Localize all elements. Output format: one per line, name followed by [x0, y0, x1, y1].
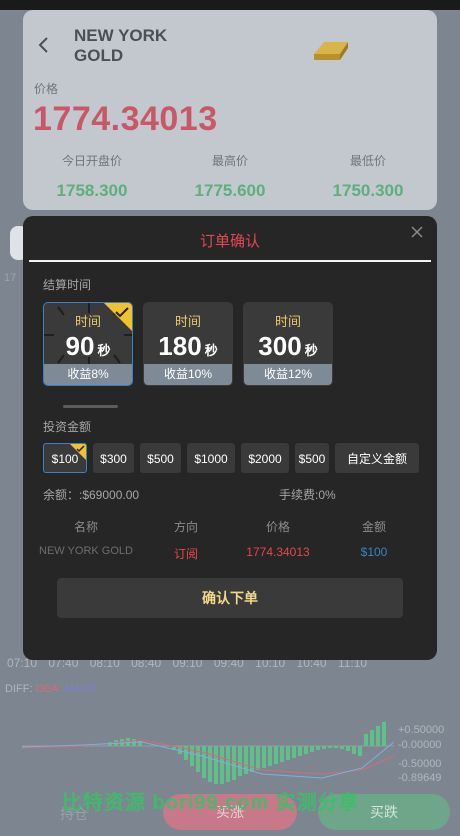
bg-axis-fragment: 17 — [4, 272, 17, 284]
selected-check-icon — [104, 303, 132, 331]
macd-axis-tick-2: -0.00000 — [398, 739, 442, 751]
confirm-order-button[interactable]: 确认下单 — [57, 578, 403, 618]
dea-label: DEA: — [35, 683, 62, 695]
period-seconds-unit: 秒 — [204, 343, 218, 358]
row-direction: 订阅 — [173, 547, 198, 561]
amount-option-300[interactable]: $300 — [93, 443, 134, 473]
fee-text: 手续费:0% — [279, 488, 336, 502]
period-scroll-indicator — [63, 405, 118, 408]
custom-amount-button[interactable]: 自定义金额 — [335, 443, 419, 473]
row-name: NEW YORK GOLD — [39, 545, 133, 557]
stat-low: 最低价 1750.300 — [299, 152, 437, 201]
amount-option-500[interactable]: $500 — [140, 443, 181, 473]
period-options: 时间 90 秒 收益8% 时间 180 秒 收益10% 时间 300 秒 收益12% — [43, 302, 333, 386]
gold-bar-icon — [314, 42, 348, 60]
period-seconds-value: 180 — [158, 331, 202, 361]
status-bar — [0, 0, 460, 10]
stat-open-label: 今日开盘价 — [61, 154, 122, 168]
amount-option-100[interactable]: $100 — [43, 443, 87, 473]
close-icon[interactable] — [409, 224, 425, 240]
row-price: 1774.34013 — [246, 545, 310, 559]
period-time-label: 时间 — [274, 314, 301, 329]
col-price: 价格 — [265, 520, 290, 534]
stat-low-label: 最低价 — [349, 154, 386, 168]
stat-high: 最高价 1775.600 — [161, 152, 299, 201]
stat-low-value: 1750.300 — [332, 181, 404, 200]
col-direction: 方向 — [173, 520, 198, 534]
period-seconds-unit: 秒 — [304, 343, 318, 358]
period-seconds-unit: 秒 — [97, 343, 111, 358]
balance-text: 余额：:$69000.00 — [43, 488, 140, 502]
stat-open-value: 1758.300 — [56, 181, 128, 200]
period-time-label: 时间 — [174, 314, 201, 329]
stat-high-label: 最高价 — [211, 154, 248, 168]
macd-legend: DIFF: DEA: MACD: — [5, 683, 100, 695]
settle-time-label: 结算时间 — [43, 278, 92, 292]
macd-label: MACD: — [64, 683, 100, 695]
watermark-text: 比特资源 bori99.com 实测分享 — [62, 792, 360, 814]
symbol-header-card: NEW YORK GOLD 价格 1774.34013 今日开盘价 1758.3… — [23, 10, 437, 210]
col-name: 名称 — [73, 520, 98, 534]
col-amount: 金额 — [361, 520, 386, 534]
period-rate: 收益12% — [244, 364, 332, 385]
current-price: 1774.34013 — [33, 100, 218, 138]
period-seconds-value: 90 — [65, 331, 95, 361]
period-seconds: 180 秒 — [144, 331, 232, 362]
modal-divider — [29, 260, 431, 262]
symbol-title: NEW YORK GOLD — [74, 26, 168, 65]
invest-amount-label: 投资金额 — [43, 420, 92, 434]
amount-option-2000[interactable]: $2000 — [241, 443, 289, 473]
period-seconds: 90 秒 — [44, 331, 132, 362]
selected-check-icon — [70, 444, 86, 460]
price-label: 价格 — [34, 82, 59, 96]
period-option-300[interactable]: 时间 300 秒 收益12% — [243, 302, 333, 386]
macd-chart — [22, 722, 394, 784]
stat-open: 今日开盘价 1758.300 — [23, 152, 161, 201]
diff-label: DIFF: — [5, 683, 33, 695]
period-rate: 收益8% — [44, 364, 132, 385]
row-amount: $100 — [360, 545, 388, 559]
price-stats: 今日开盘价 1758.300 最高价 1775.600 最低价 1750.300 — [23, 152, 437, 201]
period-seconds-value: 300 — [258, 331, 302, 361]
modal-title: 订单确认 — [199, 233, 260, 250]
amount-options: $100 $300 $500 $1000 $2000 $500 自定义金额 — [43, 443, 419, 473]
period-option-90[interactable]: 时间 90 秒 收益8% — [43, 302, 133, 386]
back-arrow-icon[interactable] — [35, 36, 53, 54]
amount-option-1000[interactable]: $1000 — [187, 443, 235, 473]
macd-axis-tick-1: +0.50000 — [398, 724, 445, 736]
amount-option-500b[interactable]: $500 — [295, 443, 329, 473]
period-seconds: 300 秒 — [244, 331, 332, 362]
period-rate: 收益10% — [144, 364, 232, 385]
order-confirm-modal: 订单确认 结算时间 时间 90 秒 收益8% 时间 180 秒 收益10% 时间… — [23, 216, 437, 660]
macd-axis-tick-3: -0.50000 — [398, 758, 442, 770]
stat-high-value: 1775.600 — [194, 181, 266, 200]
period-option-180[interactable]: 时间 180 秒 收益10% — [143, 302, 233, 386]
macd-axis-tick-4: -0.89649 — [398, 772, 442, 784]
